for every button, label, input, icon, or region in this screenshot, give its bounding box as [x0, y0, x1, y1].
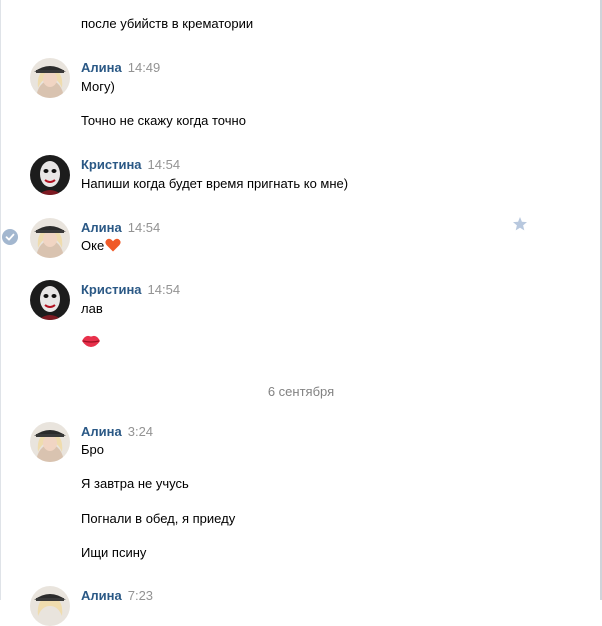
message-time: 7:23	[127, 588, 154, 603]
message-time: 14:54	[147, 157, 181, 172]
message-text: Я завтра не учусь	[81, 476, 189, 491]
message-author-line: Кристина 14:54	[81, 157, 180, 173]
author-name[interactable]: Алина	[81, 588, 122, 603]
message-text: Оке	[81, 238, 105, 253]
message-time: 14:49	[127, 60, 161, 75]
avatar-alina[interactable]	[30, 422, 70, 462]
message-text: Напиши когда будет время пригнать ко мне…	[81, 176, 349, 191]
message-author-line: Алина 3:24	[81, 424, 153, 440]
author-name[interactable]: Алина	[81, 220, 122, 235]
message-author-line: Алина 7:23	[81, 588, 153, 604]
author-name[interactable]: Алина	[81, 60, 122, 75]
message-time: 14:54	[127, 220, 161, 235]
date-separator: 6 сентября	[267, 384, 335, 399]
message-text-line: Оке	[81, 238, 121, 254]
message-text: Бро	[81, 442, 104, 457]
heart-icon	[105, 238, 121, 252]
window-border-left	[0, 0, 1, 600]
author-name[interactable]: Алина	[81, 424, 122, 439]
message-text: Могу)	[81, 79, 115, 94]
avatar-kristina[interactable]	[30, 280, 70, 320]
message-text: Погнали в обед, я приеду	[81, 511, 236, 526]
author-name[interactable]: Кристина	[81, 282, 142, 297]
check-icon[interactable]	[2, 229, 18, 245]
message-text: лав	[81, 301, 103, 316]
message-time: 14:54	[147, 282, 181, 297]
message-text: Ищи псину	[81, 545, 147, 560]
avatar-kristina[interactable]	[30, 155, 70, 195]
message-author-line: Алина 14:54	[81, 220, 160, 236]
message-text: Точно не скажу когда точно	[81, 113, 246, 128]
kiss-icon	[81, 333, 101, 349]
avatar-alina[interactable]	[30, 586, 70, 626]
message-author-line: Кристина 14:54	[81, 282, 180, 298]
star-icon[interactable]	[512, 216, 528, 232]
message-time: 3:24	[127, 424, 154, 439]
message-text: после убийств в крематории	[81, 16, 254, 31]
avatar-alina[interactable]	[30, 218, 70, 258]
avatar-alina[interactable]	[30, 58, 70, 98]
message-author-line: Алина 14:49	[81, 60, 160, 76]
author-name[interactable]: Кристина	[81, 157, 142, 172]
